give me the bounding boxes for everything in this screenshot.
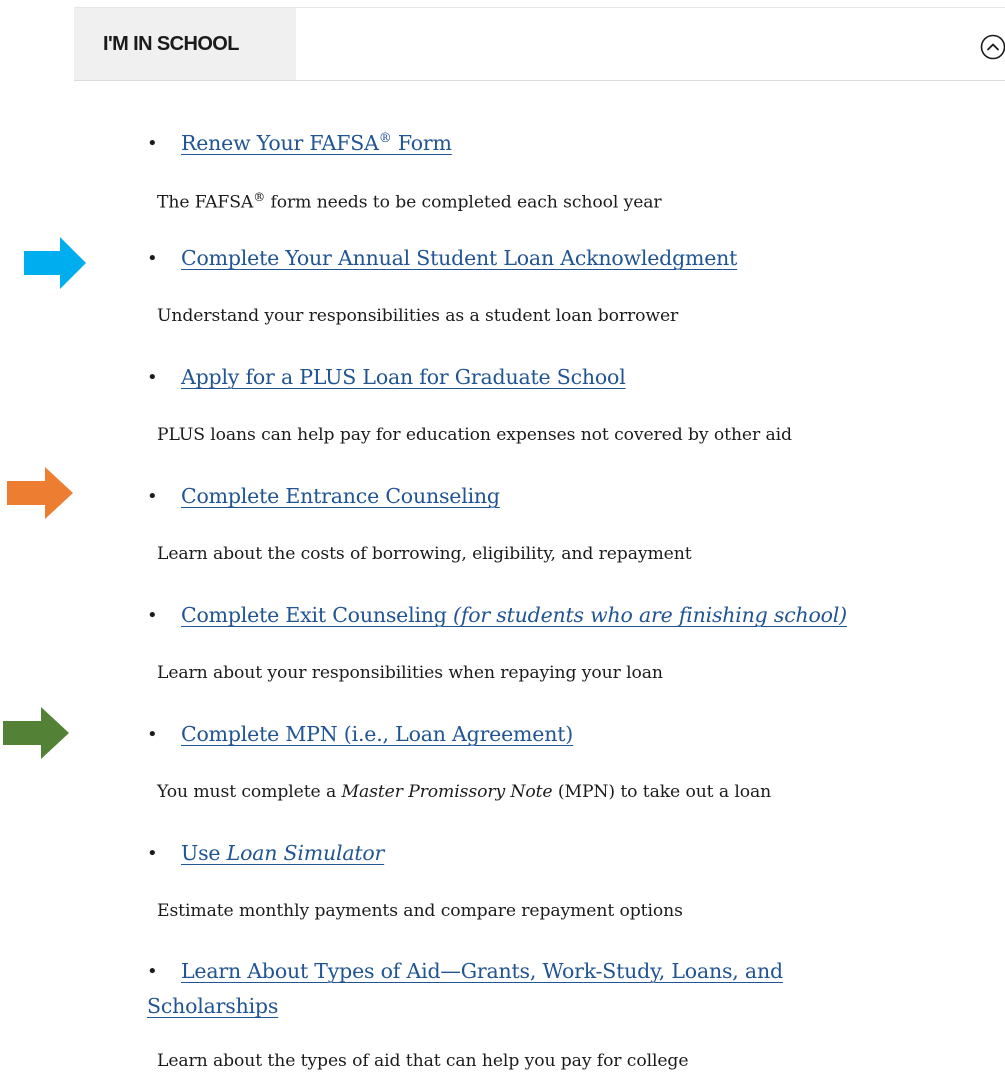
item-description: Learn about your responsibilities when r… (157, 663, 663, 683)
bullet: • (147, 486, 158, 507)
link-exit-counseling[interactable]: • Complete Exit Counseling (for students … (147, 600, 847, 631)
item-description: The FAFSA® form needs to be completed ea… (157, 185, 662, 215)
link-italic: Loan Simulator (226, 841, 385, 865)
link-renew-fafsa[interactable]: • Renew Your FAFSA® Form (147, 124, 452, 159)
description-part: You must complete a (157, 782, 342, 802)
link-text: Learn About Types of Aid—Grants, Work-St… (147, 959, 783, 1018)
chevron-up-circle-icon (980, 34, 1005, 60)
arrow-right-icon (24, 237, 86, 289)
bullet: • (147, 367, 158, 388)
orange-marker-arrow (7, 467, 73, 519)
link-suffix: Form (391, 130, 452, 155)
accordion-header[interactable]: I'M IN SCHOOL (74, 8, 1005, 81)
bullet: • (147, 843, 158, 864)
bullet: • (147, 961, 158, 982)
item-description: Estimate monthly payments and compare re… (157, 901, 683, 921)
link-text: Use (181, 841, 227, 865)
bullet: • (147, 605, 158, 626)
link-text: Renew Your FAFSA (181, 130, 379, 155)
item-description: Understand your responsibilities as a st… (157, 306, 679, 326)
accordion-title: I'M IN SCHOOL (103, 33, 239, 55)
bullet: • (147, 132, 158, 154)
arrow-right-icon (7, 467, 73, 519)
item-description: You must complete a Master Promissory No… (157, 780, 771, 804)
description-part: form needs to be completed each school y… (265, 192, 662, 213)
link-text: Complete Exit Counseling (181, 603, 454, 627)
registered-mark: ® (378, 131, 392, 146)
bullet: • (147, 724, 158, 745)
link-text: Complete MPN (i.e., Loan Agreement) (181, 722, 574, 746)
item-description: PLUS loans can help pay for education ex… (157, 425, 792, 445)
bullet: • (147, 248, 158, 269)
item-description: Learn about the types of aid that can he… (157, 1051, 689, 1071)
link-complete-mpn[interactable]: • Complete MPN (i.e., Loan Agreement) (147, 719, 573, 750)
link-text: Complete Entrance Counseling (181, 484, 500, 508)
link-text: Apply for a PLUS Loan for Graduate Schoo… (181, 365, 626, 389)
blue-marker-arrow (24, 237, 86, 289)
link-annual-student-loan-acknowledgment[interactable]: • Complete Your Annual Student Loan Ackno… (147, 243, 737, 274)
description-part: (MPN) to take out a loan (552, 782, 772, 802)
green-marker-arrow (3, 707, 69, 759)
link-apply-plus-loan[interactable]: • Apply for a PLUS Loan for Graduate Scho… (147, 362, 626, 393)
link-entrance-counseling[interactable]: • Complete Entrance Counseling (147, 481, 500, 512)
description-italic: Master Promissory Note (341, 782, 553, 802)
registered-mark: ® (253, 190, 266, 204)
link-text: Complete Your Annual Student Loan Acknow… (181, 246, 738, 270)
link-italic: (for students who are finishing school) (453, 603, 847, 627)
collapse-button[interactable] (980, 34, 1005, 60)
arrow-right-icon (3, 707, 69, 759)
link-use-loan-simulator[interactable]: • Use Loan Simulator (147, 838, 384, 869)
item-description: Learn about the costs of borrowing, elig… (157, 544, 692, 564)
description-part: The FAFSA (157, 192, 254, 213)
link-types-of-aid[interactable]: • Learn About Types of Aid—Grants, Work-S… (147, 954, 907, 1024)
